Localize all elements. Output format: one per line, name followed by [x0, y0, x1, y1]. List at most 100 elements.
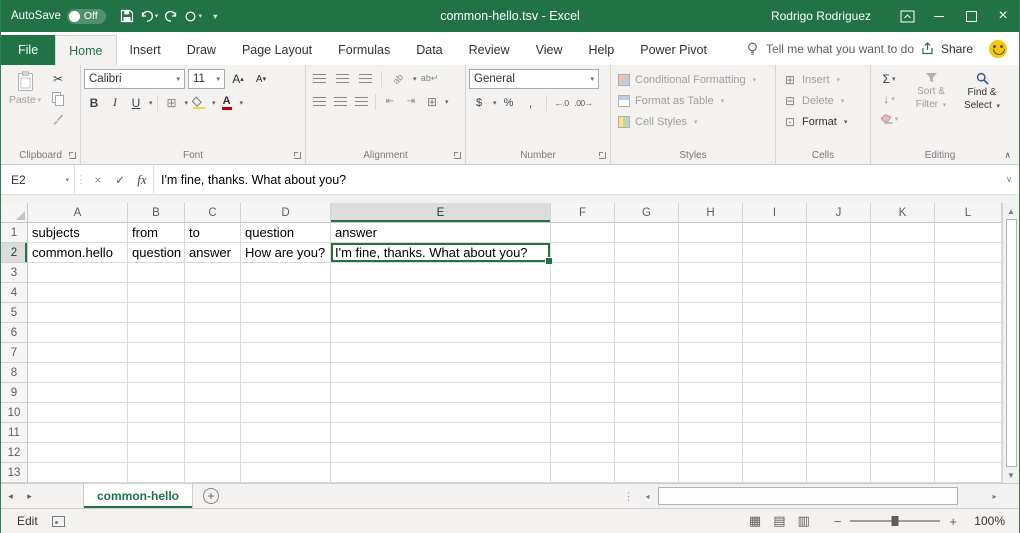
cell-L5[interactable]: [935, 303, 1002, 323]
cell-C12[interactable]: [185, 443, 241, 463]
minimize-button[interactable]: [923, 0, 955, 32]
cell-B1[interactable]: from: [128, 223, 185, 243]
cell-F5[interactable]: [551, 303, 615, 323]
cell-C9[interactable]: [185, 383, 241, 403]
cell-K6[interactable]: [871, 323, 935, 343]
cell-A11[interactable]: [28, 423, 128, 443]
tab-view[interactable]: View: [523, 35, 576, 65]
cell-H10[interactable]: [679, 403, 743, 423]
cell-L6[interactable]: [935, 323, 1002, 343]
zoom-out-button[interactable]: −: [834, 514, 842, 529]
cell-K5[interactable]: [871, 303, 935, 323]
cell-I1[interactable]: [743, 223, 807, 243]
formula-bar-expand-icon[interactable]: ∨: [999, 165, 1019, 194]
cell-C10[interactable]: [185, 403, 241, 423]
cell-F2[interactable]: [551, 243, 615, 263]
fill-color-button[interactable]: [189, 93, 209, 112]
sort-filter-button[interactable]: Sort & Filter ▾: [907, 69, 955, 147]
cell-A3[interactable]: [28, 263, 128, 283]
row-header-9[interactable]: 9: [1, 383, 28, 403]
ribbon-display-options-button[interactable]: [891, 0, 923, 32]
row-header-3[interactable]: 3: [1, 263, 28, 283]
row-header-11[interactable]: 11: [1, 423, 28, 443]
cell-J13[interactable]: [807, 463, 871, 483]
cell-C4[interactable]: [185, 283, 241, 303]
cell-K1[interactable]: [871, 223, 935, 243]
column-header-H[interactable]: H: [679, 203, 743, 223]
share-button[interactable]: Share: [921, 32, 973, 65]
user-name[interactable]: Rodrigo Rodriguez: [771, 9, 871, 23]
fill-button[interactable]: ↓▾: [874, 89, 904, 108]
redo-button[interactable]: [160, 4, 182, 28]
cell-H2[interactable]: [679, 243, 743, 263]
cell-H6[interactable]: [679, 323, 743, 343]
enter-icon[interactable]: ✓: [109, 165, 131, 194]
cell-K10[interactable]: [871, 403, 935, 423]
cell-H9[interactable]: [679, 383, 743, 403]
cell-F9[interactable]: [551, 383, 615, 403]
cell-I11[interactable]: [743, 423, 807, 443]
cell-I6[interactable]: [743, 323, 807, 343]
cell-A10[interactable]: [28, 403, 128, 423]
cell-I4[interactable]: [743, 283, 807, 303]
tab-scroll-splitter[interactable]: ⋮: [618, 484, 639, 508]
cell-H1[interactable]: [679, 223, 743, 243]
cell-L13[interactable]: [935, 463, 1002, 483]
formula-input[interactable]: I'm fine, thanks. What about you?: [153, 165, 999, 194]
copy-button[interactable]: [48, 89, 68, 108]
cell-G6[interactable]: [615, 323, 679, 343]
column-header-J[interactable]: J: [807, 203, 871, 223]
zoom-percentage[interactable]: 100%: [963, 514, 1005, 528]
format-as-table-button[interactable]: Format as Table▾: [614, 90, 772, 111]
row-header-8[interactable]: 8: [1, 363, 28, 383]
cell-C13[interactable]: [185, 463, 241, 483]
cell-D4[interactable]: [241, 283, 331, 303]
save-button[interactable]: [116, 4, 138, 28]
increase-indent-button[interactable]: ⇥: [401, 92, 421, 111]
cell-C8[interactable]: [185, 363, 241, 383]
cell-A4[interactable]: [28, 283, 128, 303]
name-box-dropdown-icon[interactable]: ▾: [65, 176, 69, 184]
column-header-L[interactable]: L: [935, 203, 1002, 223]
cell-styles-button[interactable]: Cell Styles▾: [614, 111, 772, 132]
sheet-nav-right-icon[interactable]: ▸: [20, 484, 39, 508]
row-header-10[interactable]: 10: [1, 403, 28, 423]
close-button[interactable]: ×: [987, 0, 1019, 32]
number-format-combo[interactable]: General▾: [469, 69, 599, 89]
increase-font-size-button[interactable]: A▴: [228, 70, 248, 89]
cell-E8[interactable]: [331, 363, 551, 383]
column-header-A[interactable]: A: [28, 203, 128, 223]
cell-A2[interactable]: common.hello: [28, 243, 128, 263]
font-name-combo[interactable]: Calibri▾: [84, 69, 185, 89]
font-dialog-launcher-icon[interactable]: [293, 151, 302, 160]
customize-qat-button[interactable]: ▾: [204, 4, 226, 28]
cell-I3[interactable]: [743, 263, 807, 283]
decrease-decimal-button[interactable]: .00→: [574, 93, 594, 112]
increase-decimal-button[interactable]: ←.0: [552, 93, 572, 112]
cell-E12[interactable]: [331, 443, 551, 463]
cell-D12[interactable]: [241, 443, 331, 463]
cell-G9[interactable]: [615, 383, 679, 403]
cell-I7[interactable]: [743, 343, 807, 363]
cell-E1[interactable]: answer: [331, 223, 551, 243]
paste-button[interactable]: Paste▾: [4, 69, 46, 147]
maximize-button[interactable]: [955, 0, 987, 32]
cell-D1[interactable]: question: [241, 223, 331, 243]
cell-K3[interactable]: [871, 263, 935, 283]
row-header-5[interactable]: 5: [1, 303, 28, 323]
cell-G2[interactable]: [615, 243, 679, 263]
cell-B8[interactable]: [128, 363, 185, 383]
cell-K7[interactable]: [871, 343, 935, 363]
cell-F8[interactable]: [551, 363, 615, 383]
cell-I9[interactable]: [743, 383, 807, 403]
cell-E2[interactable]: I'm fine, thanks. What about you?: [331, 243, 551, 263]
cell-G12[interactable]: [615, 443, 679, 463]
align-bottom-button[interactable]: [355, 69, 375, 88]
cell-J12[interactable]: [807, 443, 871, 463]
zoom-slider-thumb[interactable]: [892, 516, 899, 526]
cell-C3[interactable]: [185, 263, 241, 283]
tell-me-box[interactable]: Tell me what you want to do: [746, 32, 914, 65]
cell-I2[interactable]: [743, 243, 807, 263]
row-header-13[interactable]: 13: [1, 463, 28, 483]
cell-E13[interactable]: [331, 463, 551, 483]
